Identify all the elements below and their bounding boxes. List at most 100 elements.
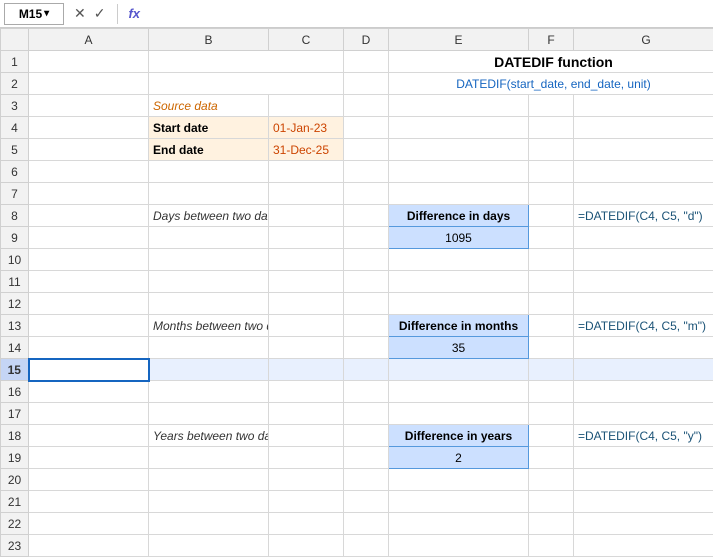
- cell-b22[interactable]: [149, 513, 269, 535]
- cell-g23[interactable]: [574, 535, 713, 557]
- cell-e16[interactable]: [389, 381, 529, 403]
- col-header-e[interactable]: E: [389, 29, 529, 51]
- cell-g9[interactable]: [574, 227, 713, 249]
- cell-a22[interactable]: [29, 513, 149, 535]
- cell-c4-startvalue[interactable]: 01-Jan-23: [269, 117, 344, 139]
- cell-f8[interactable]: [529, 205, 574, 227]
- col-header-a[interactable]: A: [29, 29, 149, 51]
- cell-e18-years-header[interactable]: Difference in years: [389, 425, 529, 447]
- cell-b19[interactable]: [149, 447, 269, 469]
- cell-a17[interactable]: [29, 403, 149, 425]
- cell-f14[interactable]: [529, 337, 574, 359]
- cell-c18[interactable]: [269, 425, 344, 447]
- cell-d6[interactable]: [344, 161, 389, 183]
- cell-a10[interactable]: [29, 249, 149, 271]
- cell-e3[interactable]: [389, 95, 529, 117]
- cell-g16[interactable]: [574, 381, 713, 403]
- cell-c10[interactable]: [269, 249, 344, 271]
- cell-g13-months-formula[interactable]: =DATEDIF(C4, C5, "m"): [574, 315, 713, 337]
- cell-c16[interactable]: [269, 381, 344, 403]
- cell-c13[interactable]: [269, 315, 344, 337]
- cell-b23[interactable]: [149, 535, 269, 557]
- cell-c11[interactable]: [269, 271, 344, 293]
- col-header-f[interactable]: F: [529, 29, 574, 51]
- cell-b7[interactable]: [149, 183, 269, 205]
- cell-d3[interactable]: [344, 95, 389, 117]
- cell-c7[interactable]: [269, 183, 344, 205]
- cell-e20[interactable]: [389, 469, 529, 491]
- cell-a14[interactable]: [29, 337, 149, 359]
- cell-e13-months-header[interactable]: Difference in months: [389, 315, 529, 337]
- cell-d1[interactable]: [344, 51, 389, 73]
- cell-e11[interactable]: [389, 271, 529, 293]
- cell-b20[interactable]: [149, 469, 269, 491]
- cell-d23[interactable]: [344, 535, 389, 557]
- cell-g19[interactable]: [574, 447, 713, 469]
- cell-c23[interactable]: [269, 535, 344, 557]
- cell-f5[interactable]: [529, 139, 574, 161]
- cell-a6[interactable]: [29, 161, 149, 183]
- cell-f17[interactable]: [529, 403, 574, 425]
- cell-e21[interactable]: [389, 491, 529, 513]
- cell-a7[interactable]: [29, 183, 149, 205]
- cell-d11[interactable]: [344, 271, 389, 293]
- cell-a23[interactable]: [29, 535, 149, 557]
- cell-d15[interactable]: [344, 359, 389, 381]
- cell-f23[interactable]: [529, 535, 574, 557]
- cell-e4[interactable]: [389, 117, 529, 139]
- cell-g10[interactable]: [574, 249, 713, 271]
- cell-reference-box[interactable]: M15 ▾: [4, 3, 64, 25]
- cell-a16[interactable]: [29, 381, 149, 403]
- cell-g4[interactable]: [574, 117, 713, 139]
- cell-g8-days-formula[interactable]: =DATEDIF(C4, C5, "d"): [574, 205, 713, 227]
- cell-g6[interactable]: [574, 161, 713, 183]
- cell-c6[interactable]: [269, 161, 344, 183]
- cell-f3[interactable]: [529, 95, 574, 117]
- cell-a13[interactable]: [29, 315, 149, 337]
- cell-g21[interactable]: [574, 491, 713, 513]
- cell-d10[interactable]: [344, 249, 389, 271]
- cell-d4[interactable]: [344, 117, 389, 139]
- cell-f19[interactable]: [529, 447, 574, 469]
- cell-f22[interactable]: [529, 513, 574, 535]
- dropdown-icon[interactable]: ▾: [44, 8, 49, 19]
- cell-b5-endlabel[interactable]: End date: [149, 139, 269, 161]
- cell-g11[interactable]: [574, 271, 713, 293]
- cell-b14[interactable]: [149, 337, 269, 359]
- cell-d2[interactable]: [344, 73, 389, 95]
- cell-e23[interactable]: [389, 535, 529, 557]
- cell-c8[interactable]: [269, 205, 344, 227]
- cell-f16[interactable]: [529, 381, 574, 403]
- cell-c17[interactable]: [269, 403, 344, 425]
- cell-g18-years-formula[interactable]: =DATEDIF(C4, C5, "y"): [574, 425, 713, 447]
- cell-a2[interactable]: [29, 73, 149, 95]
- cell-g15[interactable]: [574, 359, 713, 381]
- cell-a3[interactable]: [29, 95, 149, 117]
- cell-c14[interactable]: [269, 337, 344, 359]
- cell-a21[interactable]: [29, 491, 149, 513]
- cell-g3[interactable]: [574, 95, 713, 117]
- col-header-c[interactable]: C: [269, 29, 344, 51]
- cell-d14[interactable]: [344, 337, 389, 359]
- col-header-g[interactable]: G: [574, 29, 713, 51]
- cell-b15[interactable]: [149, 359, 269, 381]
- cell-a19[interactable]: [29, 447, 149, 469]
- cell-b18-years-label[interactable]: Years between two dates: [149, 425, 269, 447]
- cell-c3[interactable]: [269, 95, 344, 117]
- cell-c5-endvalue[interactable]: 31-Dec-25: [269, 139, 344, 161]
- cell-d19[interactable]: [344, 447, 389, 469]
- cell-a20[interactable]: [29, 469, 149, 491]
- cell-b8-days-label[interactable]: Days between two dates: [149, 205, 269, 227]
- cell-g14[interactable]: [574, 337, 713, 359]
- cell-b21[interactable]: [149, 491, 269, 513]
- cell-c15[interactable]: [269, 359, 344, 381]
- cell-b12[interactable]: [149, 293, 269, 315]
- cell-a12[interactable]: [29, 293, 149, 315]
- cell-c20[interactable]: [269, 469, 344, 491]
- confirm-icon[interactable]: ✓: [92, 5, 108, 22]
- cell-b2[interactable]: [149, 73, 344, 95]
- cell-c12[interactable]: [269, 293, 344, 315]
- cell-b4-startlabel[interactable]: Start date: [149, 117, 269, 139]
- cell-e17[interactable]: [389, 403, 529, 425]
- cell-d22[interactable]: [344, 513, 389, 535]
